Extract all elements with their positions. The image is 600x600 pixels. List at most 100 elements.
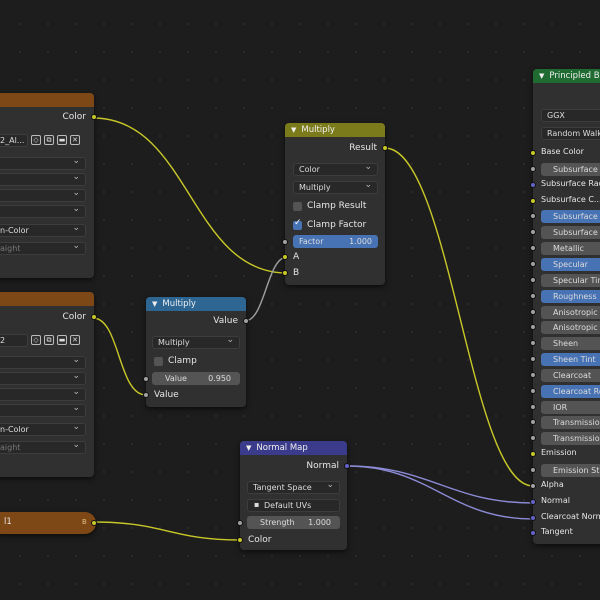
source-dropdown[interactable] <box>0 205 86 218</box>
operation-dropdown[interactable]: Multiply <box>293 181 378 194</box>
alpha-dropdown[interactable]: aight <box>0 242 86 255</box>
output-color-socket[interactable] <box>91 520 97 526</box>
input-socket[interactable] <box>530 166 536 172</box>
projection-dropdown[interactable] <box>0 173 86 186</box>
input-label[interactable]: Roughness <box>541 290 600 303</box>
bsdf-input-row[interactable]: Sheen Tint <box>530 352 600 366</box>
normal-map-node[interactable]: ▼ Normal Map Normal Tangent Space ▪ Defa… <box>237 441 350 550</box>
input-label[interactable]: Subsurface <box>541 163 600 176</box>
input-socket[interactable] <box>530 261 536 267</box>
bsdf-input-row[interactable]: Transmission Roughness <box>530 431 600 445</box>
shield-icon[interactable]: ◇ <box>31 335 41 345</box>
input-socket[interactable] <box>530 182 536 188</box>
image-name-field[interactable]: 2_Al... <box>0 134 28 147</box>
checkbox-icon[interactable] <box>293 201 302 211</box>
copy-icon[interactable]: ⧉ <box>44 335 54 345</box>
input-socket[interactable] <box>530 293 536 299</box>
math-multiply-node[interactable]: ▼ Multiply Value Multiply Clamp Value 0.… <box>143 297 249 407</box>
node-header[interactable]: ▼ Multiply <box>146 297 246 311</box>
input-label[interactable]: Clearcoat <box>541 369 600 382</box>
node-header[interactable] <box>0 292 94 306</box>
input-label[interactable]: Anisotropic <box>541 306 600 319</box>
input-socket[interactable] <box>530 451 536 457</box>
input-label[interactable]: Specular <box>541 258 600 271</box>
input-socket[interactable] <box>530 372 536 378</box>
input-socket[interactable] <box>530 198 536 204</box>
input-socket[interactable] <box>530 419 536 425</box>
bsdf-input-row[interactable]: IOR <box>530 400 600 414</box>
bsdf-input-row[interactable]: Anisotropic Rotation <box>530 320 600 334</box>
node-header[interactable] <box>0 93 94 107</box>
clamp-checkbox[interactable]: Clamp <box>146 354 246 368</box>
extension-dropdown[interactable] <box>0 189 86 202</box>
image-texture-node-1[interactable]: Color 2_Al... ◇ ⧉ ▬ ✕ n-Color aight <box>0 93 97 278</box>
extension-dropdown[interactable] <box>0 388 86 401</box>
bsdf-input-row[interactable]: Clearcoat <box>530 368 600 382</box>
input-factor-socket[interactable] <box>282 239 288 245</box>
input-strength-socket[interactable] <box>237 520 243 526</box>
bsdf-input-row[interactable]: Alpha <box>530 479 600 493</box>
input-label[interactable]: Sheen Tint <box>541 353 600 366</box>
input-socket[interactable] <box>530 245 536 251</box>
input-label[interactable]: Sheen <box>541 337 600 350</box>
input-socket[interactable] <box>530 356 536 362</box>
space-dropdown[interactable]: Tangent Space <box>247 481 340 494</box>
input-label[interactable]: IOR <box>541 401 600 414</box>
collapse-chevron-icon[interactable]: ▼ <box>291 126 296 134</box>
input-label[interactable]: Transmission Roughness <box>541 432 600 445</box>
folder-icon[interactable]: ▬ <box>57 135 67 145</box>
input-color-socket[interactable] <box>237 537 243 543</box>
interpolation-dropdown[interactable] <box>0 356 86 369</box>
input-b-socket[interactable] <box>282 270 288 276</box>
folder-icon[interactable]: ▬ <box>57 335 67 345</box>
bsdf-input-row[interactable]: Subsurface C... <box>530 194 600 208</box>
input-socket[interactable] <box>530 515 536 521</box>
input-socket[interactable] <box>530 499 536 505</box>
input-socket[interactable] <box>530 483 536 489</box>
bsdf-input-row[interactable]: Subsurface <box>530 162 600 176</box>
output-value-socket[interactable] <box>243 318 249 324</box>
input-socket[interactable] <box>530 229 536 235</box>
operation-dropdown[interactable]: Multiply <box>152 336 240 349</box>
blend-type-dropdown[interactable]: Color <box>293 163 378 176</box>
alpha-dropdown[interactable]: aight <box>0 441 86 454</box>
bsdf-input-row[interactable]: Transmission <box>530 415 600 429</box>
source-dropdown[interactable] <box>0 404 86 417</box>
input-socket[interactable] <box>530 388 536 394</box>
colorspace-dropdown[interactable]: n-Color <box>0 224 86 237</box>
bsdf-input-row[interactable]: Specular Tint <box>530 273 600 287</box>
projection-dropdown[interactable] <box>0 372 86 385</box>
input-socket[interactable] <box>530 530 536 536</box>
interpolation-dropdown[interactable] <box>0 157 86 170</box>
bsdf-input-row[interactable]: Metallic <box>530 241 600 255</box>
input-value-1-socket[interactable] <box>143 376 149 382</box>
input-label[interactable]: Subsurface Anisotropy <box>541 226 600 239</box>
output-color-socket[interactable] <box>91 314 97 320</box>
input-label[interactable]: Transmission <box>541 416 600 429</box>
bsdf-input-row[interactable]: Tangent <box>530 526 600 540</box>
collapse-chevron-icon[interactable]: ▼ <box>246 444 251 452</box>
collapse-chevron-icon[interactable]: ▼ <box>152 300 157 308</box>
close-icon[interactable]: ✕ <box>70 135 80 145</box>
input-socket[interactable] <box>530 277 536 283</box>
input-socket[interactable] <box>530 404 536 410</box>
output-normal-socket[interactable] <box>344 463 350 469</box>
input-a-socket[interactable] <box>282 254 288 260</box>
input-socket[interactable] <box>530 340 536 346</box>
clamp-result-checkbox[interactable]: Clamp Result <box>285 199 385 213</box>
bsdf-input-row[interactable]: Subsurface Anisotropy <box>530 225 600 239</box>
output-color-socket[interactable] <box>91 114 97 120</box>
output-result-socket[interactable] <box>382 145 388 151</box>
input-socket[interactable] <box>530 213 536 219</box>
mix-multiply-node[interactable]: ▼ Multiply Result Color Multiply Clamp R… <box>282 123 388 285</box>
checkbox-checked-icon[interactable] <box>293 218 302 230</box>
shield-icon[interactable]: ◇ <box>31 135 41 145</box>
bsdf-input-row[interactable]: Subsurface IOR <box>530 209 600 223</box>
distribution-dropdown[interactable]: GGX <box>541 109 600 122</box>
input-label[interactable]: Clearcoat Roughness <box>541 385 600 398</box>
image-name-field[interactable]: 2 <box>0 334 28 347</box>
clamp-factor-checkbox[interactable]: Clamp Factor <box>285 218 385 232</box>
input-socket[interactable] <box>530 324 536 330</box>
principled-bsdf-node[interactable]: ▼ Principled BSDF GGX Random Walk Base C… <box>530 69 600 544</box>
value-slider[interactable]: Value 0.950 <box>152 372 240 385</box>
